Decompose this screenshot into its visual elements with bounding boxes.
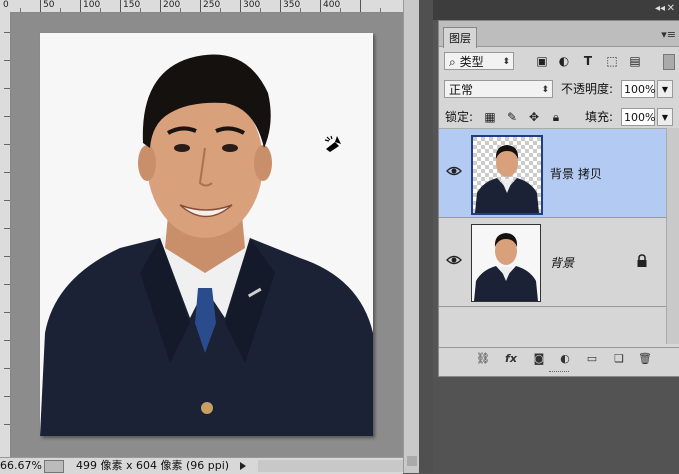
lock-all-icon[interactable]: 🔒︎ — [549, 110, 563, 124]
lock-position-icon[interactable]: ✥ — [527, 110, 541, 124]
filter-row: ⌕ 类型 ⬍ ▣ ◐ T ⬚ ▤ — [439, 48, 679, 74]
blend-mode-value: 正常 — [449, 83, 474, 97]
fill-label: 填充: — [585, 110, 614, 124]
horizontal-scrollbar[interactable] — [258, 460, 403, 472]
blend-row: 正常 ⬍ 不透明度: 100% ▼ — [439, 76, 679, 102]
portrait-image — [40, 33, 373, 436]
ruler-label: 350 — [283, 0, 301, 10]
layers-bottom-toolbar: ⛓ fx ◙ ◐ ▭ ❏ 🗑︎ — [439, 347, 679, 370]
filter-type-select[interactable]: ⌕ 类型 ⬍ — [444, 52, 514, 70]
search-icon: ⌕ — [449, 55, 456, 69]
panel-tab-bar: 图层 ▾≡ — [439, 21, 679, 48]
layer-row-background-copy[interactable]: 背景 拷贝 — [439, 129, 666, 218]
layers-list: 背景 拷贝 背景 — [439, 128, 666, 345]
add-mask-icon[interactable]: ◙ — [531, 352, 547, 366]
lock-brush-icon[interactable]: ✎ — [505, 110, 519, 124]
opacity-dropdown-icon[interactable]: ▼ — [657, 80, 673, 98]
stepper-arrows-icon: ⬍ — [502, 57, 510, 67]
fx-icon[interactable]: fx — [503, 352, 519, 366]
ruler-label: 0 — [3, 0, 9, 10]
type-filter-icon[interactable]: T — [581, 54, 595, 68]
ruler-label: 250 — [203, 0, 221, 10]
lock-icon — [637, 254, 647, 267]
document-canvas[interactable] — [40, 33, 373, 436]
adjustment-filter-icon[interactable]: ◐ — [557, 54, 571, 68]
transparent-portrait-thumbnail — [473, 137, 541, 213]
scroll-thumb[interactable] — [407, 456, 417, 466]
layer-row-background[interactable]: 背景 — [439, 218, 666, 307]
opacity-label: 不透明度: — [561, 82, 614, 96]
ruler-label: 100 — [83, 0, 101, 10]
close-panel-icon[interactable]: ✕ — [667, 3, 675, 14]
layers-scrollbar[interactable] — [666, 128, 679, 344]
shape-filter-icon[interactable]: ⬚ — [605, 54, 619, 68]
new-layer-icon[interactable]: ❏ — [611, 352, 627, 366]
panel-resize-grip[interactable] — [549, 371, 569, 375]
zoom-level[interactable]: 66.67% — [0, 458, 42, 474]
panel-divider — [419, 0, 433, 473]
image-filter-icon[interactable]: ▣ — [535, 54, 549, 68]
tab-layers[interactable]: 图层 — [443, 27, 477, 48]
layer-name[interactable]: 背景 拷贝 — [550, 165, 602, 182]
brush-cursor-icon — [324, 135, 341, 152]
layer-thumbnail[interactable] — [471, 135, 543, 215]
opacity-input[interactable]: 100% — [621, 80, 655, 98]
layers-panel: 图层 ▾≡ ⌕ 类型 ⬍ ▣ ◐ T ⬚ ▤ 正常 ⬍ 不透明度: 100% ▼… — [438, 20, 679, 377]
lock-transparent-icon[interactable]: ▦ — [483, 110, 497, 124]
portrait-thumbnail — [472, 225, 540, 301]
stepper-arrows-icon: ⬍ — [541, 85, 549, 95]
lock-label: 锁定: — [445, 110, 474, 124]
smart-object-filter-icon[interactable]: ▤ — [628, 54, 642, 68]
document-size: 499 像素 x 604 像素 (96 ppi) — [76, 459, 230, 472]
ruler-horizontal[interactable]: 0 50 100 150 200 250 300 350 400 — [0, 0, 403, 13]
adjustment-layer-icon[interactable]: ◐ — [557, 352, 573, 366]
layer-name[interactable]: 背景 — [550, 254, 574, 271]
status-menu-arrow-icon[interactable] — [240, 462, 246, 470]
ruler-label: 300 — [243, 0, 261, 10]
ruler-label: 400 — [323, 0, 341, 10]
fill-input[interactable]: 100% — [621, 108, 655, 126]
lock-row: 锁定: ▦ ✎ ✥ 🔒︎ 填充: 100% ▼ — [439, 104, 679, 130]
panel-dock-header: ◂◂ ✕ — [433, 0, 679, 20]
panel-menu-icon[interactable]: ▾≡ — [661, 28, 676, 41]
collapse-panel-icon[interactable]: ◂◂ — [655, 3, 665, 14]
vertical-scrollbar[interactable] — [403, 0, 420, 473]
eye-visibility-icon[interactable] — [446, 165, 462, 177]
group-folder-icon[interactable]: ▭ — [584, 352, 600, 366]
ruler-vertical[interactable] — [0, 12, 11, 457]
empty-dock-area — [433, 378, 679, 473]
canvas-workspace[interactable]: 0 50 100 150 200 250 300 350 400 — [0, 0, 403, 457]
filter-type-value: 类型 — [459, 55, 484, 69]
link-layers-icon[interactable]: ⛓ — [475, 352, 491, 366]
ruler-label: 200 — [163, 0, 181, 10]
filter-toggle-switch[interactable] — [663, 54, 675, 70]
fill-dropdown-icon[interactable]: ▼ — [657, 108, 673, 126]
ruler-label: 50 — [43, 0, 55, 10]
status-bar: 66.67% 499 像素 x 604 像素 (96 ppi) — [0, 457, 403, 474]
blend-mode-select[interactable]: 正常 ⬍ — [444, 80, 553, 98]
eye-visibility-icon[interactable] — [446, 254, 462, 266]
ruler-label: 150 — [123, 0, 141, 10]
navigator-icon[interactable] — [44, 460, 64, 473]
layer-thumbnail[interactable] — [471, 224, 541, 302]
trash-icon[interactable]: 🗑︎ — [637, 352, 653, 366]
